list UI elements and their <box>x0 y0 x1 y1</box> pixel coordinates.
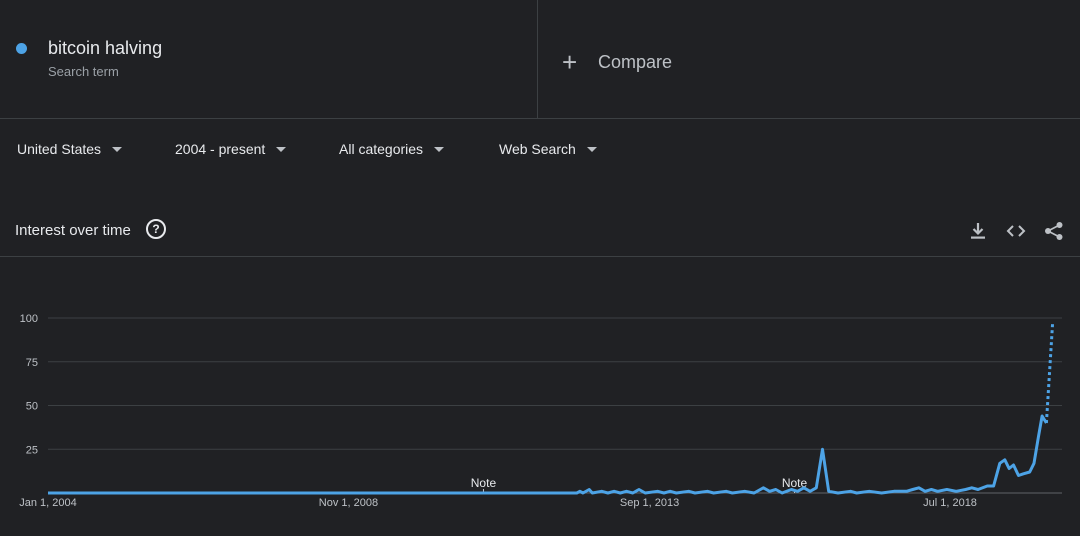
region-dropdown-label: United States <box>17 141 102 157</box>
x-tick-label: Jan 1, 2004 <box>19 497 77 509</box>
compare-label: Compare <box>598 51 673 72</box>
x-tick-label: Jul 1, 2018 <box>923 497 977 509</box>
filter-bar: United States 2004 - present All categor… <box>0 119 1080 181</box>
caret-down-icon <box>276 146 287 152</box>
y-tick-label: 25 <box>26 444 38 456</box>
x-tick-label: Sep 1, 2013 <box>620 497 679 509</box>
search-type-dropdown-label: Web Search <box>499 141 576 157</box>
search-header: bitcoin halving Search term + Compare <box>0 0 1080 119</box>
plus-icon: + <box>562 47 578 77</box>
search-term-name: bitcoin halving <box>48 38 163 58</box>
search-type-dropdown[interactable]: Web Search <box>499 141 597 157</box>
category-dropdown-label: All categories <box>339 141 424 157</box>
y-tick-label: 100 <box>20 313 38 325</box>
interest-over-time-chart: 25 50 75 100 Note Note Jan 1, 2004 Nov 1, 200… <box>0 257 1080 531</box>
y-tick-label: 75 <box>26 357 38 369</box>
caret-down-icon <box>112 146 123 152</box>
panel-title: Interest over time <box>15 222 131 239</box>
time-range-dropdown[interactable]: 2004 - present <box>175 141 287 157</box>
search-term-card[interactable]: bitcoin halving Search term <box>0 0 538 118</box>
series-color-dot <box>16 43 27 54</box>
embed-code-icon[interactable] <box>1005 220 1027 242</box>
search-term-subtitle: Search term <box>48 64 119 79</box>
download-icon[interactable] <box>967 220 989 242</box>
line-chart: 255075100 Note Note Jan 1, 2004 Nov 1, 200… <box>19 313 1062 509</box>
y-tick-label: 50 <box>26 401 38 413</box>
category-dropdown[interactable]: All categories <box>339 141 445 157</box>
series-line <box>48 414 1048 495</box>
caret-down-icon <box>586 146 597 152</box>
region-dropdown[interactable]: United States <box>17 141 123 157</box>
x-tick-label: Nov 1, 2008 <box>319 497 378 509</box>
interest-over-time-header: Interest over time ? <box>0 206 1080 257</box>
time-range-dropdown-label: 2004 - present <box>175 141 266 157</box>
caret-down-icon <box>434 146 445 152</box>
note-label: Note <box>471 476 497 490</box>
compare-button[interactable]: + Compare <box>562 48 672 76</box>
share-icon[interactable] <box>1043 220 1065 242</box>
help-circle-icon[interactable]: ? <box>146 219 166 239</box>
series-partial-line <box>1044 321 1055 424</box>
